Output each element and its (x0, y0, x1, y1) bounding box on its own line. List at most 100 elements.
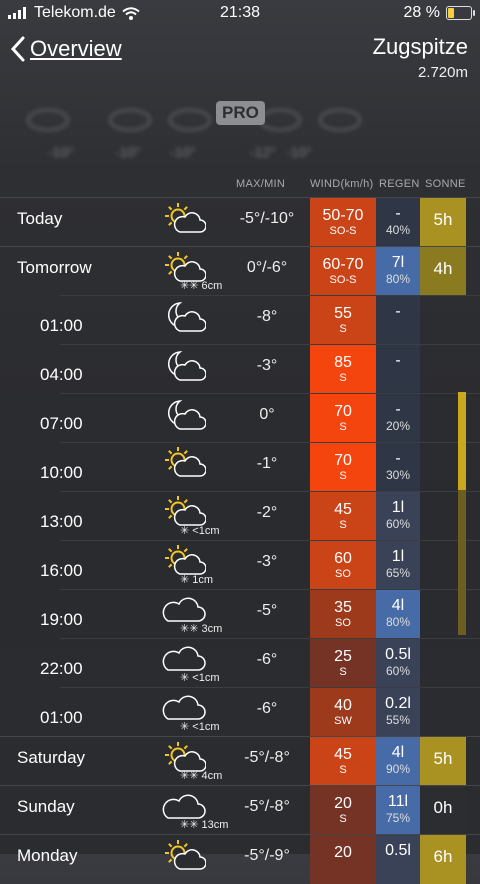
wind-cell: 85 S (310, 345, 376, 394)
rain-probability: 20% (385, 419, 411, 433)
day-label: Tomorrow (17, 258, 92, 277)
rain-probability: 55% (385, 713, 411, 727)
hour-row[interactable]: 01:00 -8° 55 S - (40, 295, 480, 345)
snowflake-icon: ✳✳ (180, 623, 199, 635)
snowfall-label: ✳✳ 4cm (180, 769, 222, 782)
rain-cell: 0.5l 60% (376, 639, 420, 688)
rain-amount: - (395, 303, 401, 320)
moon-cloud-icon (162, 348, 207, 384)
snowfall-label: ✳ 1cm (180, 573, 213, 586)
sun-cell: 0h (420, 786, 466, 835)
hour-label: 07:00 (40, 414, 83, 433)
battery-percent: 28 % (403, 4, 440, 21)
snowfall-amount: <1cm (192, 672, 220, 684)
wind-direction: S (339, 813, 347, 825)
moon-cloud-icon (162, 397, 207, 433)
snowfall-label: ✳ <1cm (180, 524, 220, 537)
rain-probability: 30% (385, 468, 411, 482)
rain-amount: 4l (391, 597, 405, 614)
wind-direction: S (339, 764, 347, 776)
temp-value: -6° (256, 651, 278, 668)
day-row[interactable]: Today -5°/-10° 50-70 SO-S -40% 5h (0, 197, 480, 247)
temp-value: -2° (256, 504, 278, 521)
wind-cell: 25 S (310, 639, 376, 688)
status-right: 28 % (403, 4, 475, 22)
blurred-temp: -10° (286, 144, 312, 160)
wind-speed: 40 (334, 697, 352, 714)
snowfall-amount: 4cm (201, 770, 223, 782)
rain-cell: -30% (376, 443, 420, 492)
wind-speed: 25 (334, 648, 352, 665)
wind-cell: 60-70 SO-S (310, 247, 376, 296)
hour-label: 10:00 (40, 463, 83, 482)
hour-row[interactable]: 10:00 -1° 70 S -30% (40, 442, 480, 492)
temp-maxmin: -5°/-8° (244, 749, 290, 766)
day-row[interactable]: Sunday ✳✳ 13cm -5°/-8° 20 S 11l 75% 0h (0, 785, 480, 835)
snowfall-label: ✳ <1cm (180, 671, 220, 684)
back-button[interactable]: Overview (10, 36, 122, 62)
snowflake-icon: ✳ (180, 721, 190, 733)
hour-row[interactable]: 01:00 ✳ <1cm -6° 40 SW 0.2l 55% (40, 687, 480, 737)
wind-speed: 20 (334, 844, 352, 861)
temp-min: -8° (269, 749, 290, 766)
hour-label: 16:00 (40, 561, 83, 580)
day-row[interactable]: Saturday ✳✳ 4cm -5°/-8° 45 S 4l 90% 5h (0, 736, 480, 786)
hour-row[interactable]: 19:00 ✳✳ 3cm -5° 35 SO 4l 80% (40, 589, 480, 639)
rain-amount: 0.2l (385, 695, 411, 712)
temp-min: -10° (264, 210, 295, 227)
rain-cell: 1l 60% (376, 492, 420, 541)
rain-amount: 1l (391, 548, 405, 565)
snowflake-icon: ✳✳ (180, 819, 199, 831)
rain-amount: 11l (387, 793, 409, 810)
wind-speed: 60-70 (322, 256, 364, 273)
hour-row[interactable]: 04:00 -3° 85 S - (40, 344, 480, 394)
sun-cell: 4h (420, 247, 466, 296)
temp-maxmin: -5°/-10° (239, 210, 295, 227)
wind-cell: 45 S (310, 737, 376, 786)
hour-row[interactable]: 16:00 ✳ 1cm -3° 60 SO 1l 65% (40, 540, 480, 590)
temp-maxmin: -5°/-8° (244, 798, 290, 815)
rain-amount: 7l (391, 254, 405, 271)
temp-max: 0° (246, 259, 263, 276)
snowfall-amount: <1cm (192, 721, 220, 733)
pro-badge[interactable]: PRO (216, 101, 265, 125)
rain-cell: - (376, 296, 420, 345)
sun-cell: 5h (420, 198, 466, 247)
rain-probability: 60% (385, 664, 411, 678)
temp-maxmin: 0°/-6° (246, 259, 288, 276)
wind-speed: 55 (334, 305, 352, 322)
temp-value: -5° (256, 602, 278, 619)
hour-row[interactable]: 13:00 ✳ <1cm -2° 45 S 1l 60% (40, 491, 480, 541)
hour-row[interactable]: 07:00 0° 70 S -20% (40, 393, 480, 443)
snowflake-icon: ✳ (180, 574, 190, 586)
rain-probability: 65% (385, 566, 411, 580)
day-label: Sunday (17, 797, 75, 816)
page-title: Zugspitze (372, 34, 468, 59)
wind-direction: S (339, 470, 347, 482)
rain-amount: 1l (391, 499, 405, 516)
temp-max: -5° (244, 847, 265, 864)
rain-cell: -20% (376, 394, 420, 443)
day-row[interactable]: Monday -5°/-9° 20 0.5l 6h (0, 834, 480, 884)
temp-maxmin: -5°/-9° (244, 847, 290, 864)
snowfall-label: ✳✳ 6cm (180, 279, 222, 292)
header-sun: SONNE (425, 178, 466, 190)
elevation-label: 2.720m (417, 64, 468, 81)
sun-hours: 6h (433, 847, 453, 866)
wind-speed: 45 (334, 746, 352, 763)
temp-min: -9° (269, 847, 290, 864)
snowfall-label: ✳✳ 3cm (180, 622, 222, 635)
wind-speed: 60 (334, 550, 352, 567)
rain-amount: - (395, 450, 401, 467)
sun-cloud-icon (162, 202, 207, 238)
wind-cell: 70 S (310, 394, 376, 443)
snowflake-icon: ✳✳ (180, 280, 199, 292)
day-row[interactable]: Tomorrow ✳✳ 6cm 0°/-6° 60-70 SO-S 7l 80% 4h (0, 246, 480, 296)
sun-cell: 6h (420, 835, 466, 884)
temp-max: -5° (239, 210, 261, 227)
chevron-left-icon (10, 36, 25, 62)
rain-probability: 80% (385, 615, 411, 629)
hour-label: 01:00 (40, 708, 83, 727)
day-label: Saturday (17, 748, 86, 767)
hour-row[interactable]: 22:00 ✳ <1cm -6° 25 S 0.5l 60% (40, 638, 480, 688)
